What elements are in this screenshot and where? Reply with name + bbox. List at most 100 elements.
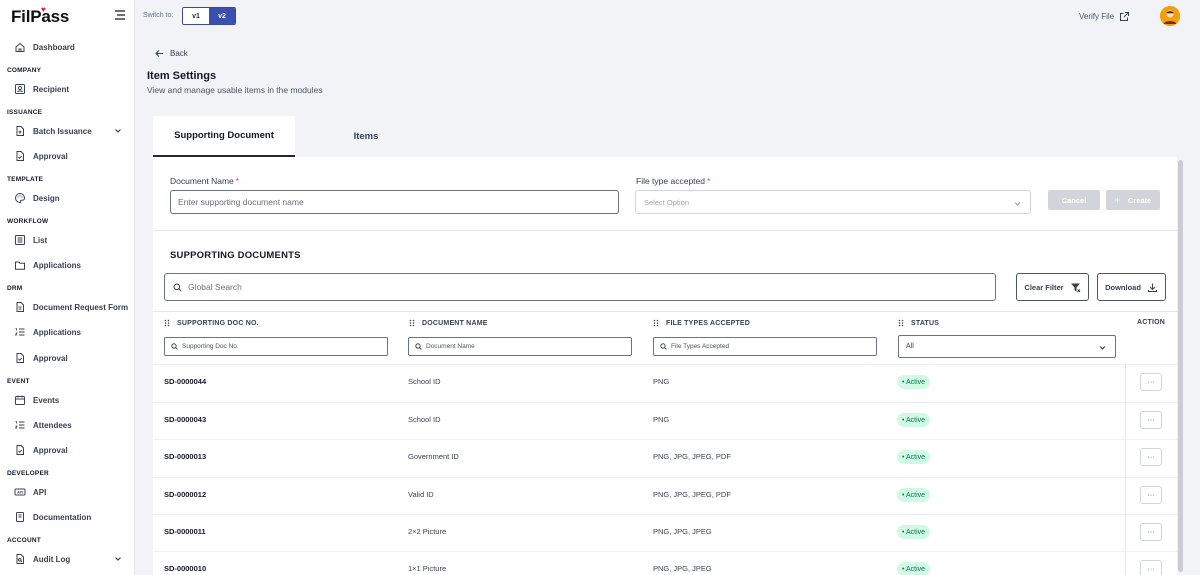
sidebar-item-event-approval[interactable]: Approval [0,439,134,461]
row-actions-button[interactable]: ··· [1140,486,1162,504]
filter-status-select[interactable]: All [898,335,1116,358]
row-actions-button[interactable]: ··· [1140,523,1162,541]
row-actions-button[interactable]: ··· [1140,373,1162,391]
sidebar-section-company: COMPANY [7,67,42,74]
plus-icon: + [1114,195,1120,205]
drag-handle-icon[interactable] [409,319,415,327]
doc-no-cell: SD-0000011 [164,527,206,536]
file-check-icon [16,151,24,161]
tab-supporting-document[interactable]: Supporting Document [153,116,295,157]
sidebar-section-drm: DRM [7,285,23,292]
sidebar-item-api[interactable]: API API [0,481,134,503]
chevron-down-icon[interactable] [114,555,122,563]
search-icon [415,343,422,350]
back-link[interactable]: Back [155,49,188,58]
divider [1125,478,1126,516]
sidebar-item-attendees[interactable]: Attendees [0,414,134,436]
page-title: Item Settings [147,70,217,82]
row-actions-button[interactable]: ··· [1140,448,1162,466]
drag-handle-icon[interactable] [653,319,659,327]
svg-text:API: API [17,491,23,495]
doc-name-cell: School ID [408,415,441,424]
doc-no-cell: SD-0000044 [164,377,207,386]
document-name-input[interactable] [170,190,619,214]
search-icon [173,283,182,292]
divider [1125,515,1126,553]
user-card-icon [15,84,25,94]
drag-handle-icon[interactable] [898,319,904,327]
table-row: SD-0000043 School ID PNG • Active ··· [153,402,1177,441]
file-types-cell: PNG, JPG, JPEG [653,527,712,536]
supporting-documents-title: SUPPORTING DOCUMENTS [170,250,301,261]
create-button[interactable]: + Create [1106,190,1160,210]
sidebar-item-dashboard[interactable]: Dashboard [0,36,134,58]
arrow-left-icon [155,50,163,57]
search-icon [171,343,178,350]
calendar-icon [15,395,25,405]
clear-filter-button[interactable]: Clear Filter [1016,273,1089,301]
file-check-icon [16,445,24,455]
scrollbar[interactable] [1177,157,1184,575]
global-search-input[interactable]: Global Search [164,273,996,301]
download-button[interactable]: Download [1097,273,1166,301]
column-header-status[interactable]: STATUS [898,319,939,327]
status-badge: • Active [897,562,931,575]
sidebar-item-recipient[interactable]: Recipient [0,78,134,100]
doc-name-cell: 1×1 Picture [408,564,447,573]
row-actions-button[interactable]: ··· [1140,411,1162,429]
document-name-label: Document Name * [170,176,240,186]
sidebar-item-design[interactable]: Design [0,187,134,209]
sidebar-item-workflow-applications[interactable]: Applications [0,254,134,276]
sidebar-item-drm-approval[interactable]: Approval [0,347,134,369]
tab-items[interactable]: Items [295,116,437,157]
sidebar-item-list[interactable]: List [0,229,134,251]
app-logo[interactable]: FilPass ♥ [11,5,69,27]
sidebar-item-drm-applications[interactable]: Applications [0,321,134,343]
filter-file-types-input[interactable]: File Types Accepted [653,337,877,356]
cancel-button[interactable]: Cancel [1048,190,1100,210]
divider [1125,552,1126,575]
table-row: SD-0000044 School ID PNG • Active ··· [153,364,1177,403]
version-v1-button[interactable]: v1 [183,8,209,24]
file-search-icon [16,554,24,564]
doc-name-cell: School ID [408,377,441,386]
version-switch: v1 v2 [182,7,236,25]
switch-label: Switch to: [143,12,174,19]
file-types-cell: PNG [653,415,670,424]
column-header-doc-no[interactable]: SUPPORTING DOC NO. [164,319,259,327]
sidebar-section-template: TEMPLATE [7,176,44,183]
divider [1125,365,1126,403]
column-header-doc-name[interactable]: DOCUMENT NAME [409,319,488,327]
table-row: SD-0000010 1×1 Picture PNG, JPG, JPEG • … [153,551,1177,575]
drag-handle-icon[interactable] [164,319,170,327]
chevron-down-icon[interactable] [114,127,122,135]
status-badge: • Active [897,413,931,427]
sidebar: FilPass ♥ Dashboard COMPANY Recipient IS… [0,0,135,575]
verify-file-link[interactable]: Verify File [1079,11,1130,22]
status-badge: • Active [897,375,931,389]
sidebar-item-batch-issuance[interactable]: Batch Issuance [0,120,134,142]
palette-icon [15,192,25,204]
file-type-select[interactable]: Select Option [635,190,1031,214]
column-header-file-types[interactable]: FILE TYPES ACCEPTED [653,319,750,327]
sidebar-section-event: EVENT [7,378,30,385]
sidebar-item-issuance-approval[interactable]: Approval [0,145,134,167]
chevron-down-icon [1099,346,1106,350]
file-add-icon [16,126,24,136]
user-avatar[interactable] [1160,6,1180,26]
sidebar-section-account: ACCOUNT [7,537,41,544]
version-v2-button[interactable]: v2 [209,8,235,24]
sidebar-item-documentation[interactable]: Documentation [0,506,134,528]
filter-doc-name-input[interactable]: Document Name [408,337,632,356]
filter-doc-no-input[interactable]: Supporting Doc No. [164,337,388,356]
sidebar-section-issuance: ISSUANCE [7,109,43,116]
scrollbar-thumb[interactable] [1178,160,1183,572]
sidebar-item-audit-log[interactable]: Audit Log [0,548,134,570]
sidebar-item-document-request-form[interactable]: Document Request Form [0,296,134,318]
menu-collapse-icon[interactable] [114,10,126,20]
sidebar-item-events[interactable]: Events [0,389,134,411]
row-actions-button[interactable]: ··· [1140,560,1162,575]
file-types-cell: PNG, JPG, JPEG, PDF [653,452,731,461]
table-row: SD-0000011 2×2 Picture PNG, JPG, JPEG • … [153,514,1177,553]
book-icon [16,512,24,522]
